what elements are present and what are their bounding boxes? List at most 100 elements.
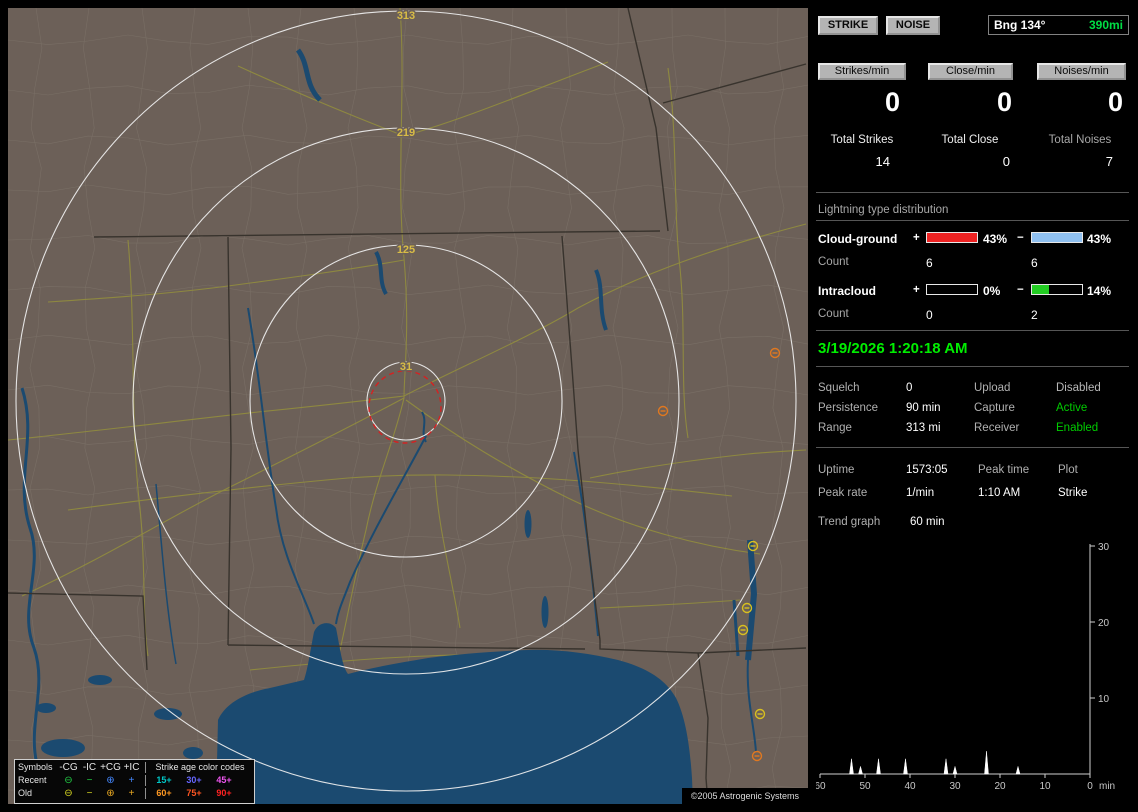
intracloud-pos-bar — [926, 284, 978, 295]
intracloud-count-row: Count 0 2 — [816, 308, 1129, 324]
trend-x-unit-label: min — [1099, 781, 1115, 792]
peak-rate-label: Peak rate — [818, 487, 868, 499]
count-label: Count — [818, 308, 849, 320]
bearing-value: Bng 134° — [994, 18, 1046, 32]
close-per-min-value: 0 — [996, 87, 1012, 117]
bearing-readout: Bng 134° 390mi — [988, 15, 1129, 35]
legend-type-header: +IC — [123, 761, 140, 773]
strikes-per-min-header[interactable]: Strikes/min — [818, 63, 906, 80]
intracloud-pos-count: 0 — [926, 308, 933, 322]
strikes-per-min-value: 0 — [884, 87, 900, 117]
legend-row-label: Old — [18, 788, 33, 798]
strike-mode-button[interactable]: STRIKE — [818, 16, 878, 35]
peak-time-label: Peak time — [978, 464, 1030, 476]
upload-label: Upload — [974, 382, 1011, 394]
trend-spike — [943, 758, 949, 775]
trend-spike — [1015, 765, 1021, 775]
intracloud-pos-pct: 0% — [983, 284, 1001, 298]
divider — [816, 366, 1129, 367]
peak-time-value: 1:10 AM — [978, 487, 1021, 499]
trend-x-tick-label: 30 — [949, 781, 961, 792]
radar-map[interactable]: 313 219 125 31 Symbols -CG -IC +CG +IC Strike… — [8, 8, 808, 804]
intracloud-neg-pct: 14% — [1087, 284, 1112, 298]
intracloud-neg-count: 2 — [1031, 308, 1038, 322]
noises-per-min-value: 0 — [1107, 87, 1123, 117]
legend-age-header: Strike age color codes — [155, 762, 245, 772]
trend-y-tick-label: 30 — [1098, 542, 1110, 553]
cloud-ground-neg-pct: 43% — [1087, 232, 1112, 246]
plus-sign: + — [913, 284, 920, 296]
legend-symbol-minus: − — [86, 774, 93, 786]
trend-x-tick-label: 10 — [1039, 781, 1051, 792]
divider — [816, 447, 1129, 448]
legend-type-header: -CG — [59, 761, 78, 773]
trend-y-tick-label: 20 — [1098, 618, 1110, 629]
trend-spike — [952, 765, 958, 775]
legend-divider — [145, 775, 146, 786]
trend-spike — [876, 758, 881, 775]
ring-label-125: 125 — [397, 244, 415, 256]
cloud-ground-row: Cloud-ground + 43% − 43% — [816, 232, 1129, 248]
legend-symbol-circle-minus: ⊖ — [64, 787, 73, 799]
capture-label: Capture — [974, 402, 1015, 414]
cloud-ground-pos-pct: 43% — [983, 232, 1008, 246]
trend-chart: 10 20 30 60 50 40 30 20 10 0 min — [816, 542, 1115, 792]
legend-type-header: -IC — [82, 761, 97, 773]
app-window: 313 219 125 31 Symbols -CG -IC +CG +IC Strike… — [0, 0, 1138, 812]
legend-age-code: 90+ — [216, 788, 232, 798]
cloud-ground-neg-count: 6 — [1031, 256, 1038, 270]
intracloud-label: Intracloud — [818, 284, 877, 298]
legend-age-code: 75+ — [186, 788, 202, 798]
cloud-ground-neg-bar — [1031, 232, 1083, 243]
plot-label: Plot — [1058, 464, 1078, 476]
legend-symbol-circle-minus: ⊖ — [64, 774, 73, 786]
map-canvas[interactable]: 313 219 125 31 — [8, 8, 808, 804]
legend-age-code: 15+ — [156, 775, 172, 785]
trend-graph-label: Trend graph — [818, 516, 881, 528]
upload-status: Disabled — [1056, 382, 1101, 394]
trend-x-tick-label: 0 — [1087, 781, 1093, 792]
range-label: Range — [818, 422, 852, 434]
trend-x-tick-label: 20 — [994, 781, 1006, 792]
ring-label-31: 31 — [400, 361, 412, 373]
trend-y-tick-label: 10 — [1098, 694, 1110, 705]
legend-type-header: +CG — [100, 761, 121, 773]
cloud-ground-pos-count: 6 — [926, 256, 933, 270]
squelch-label: Squelch — [818, 382, 860, 394]
uptime-label: Uptime — [818, 464, 855, 476]
peak-rate-value: 1/min — [906, 487, 935, 499]
legend-symbol-circle-plus: ⊕ — [106, 787, 115, 799]
session-row: Peak rate 1/min 1:10 AM Strike — [816, 487, 1129, 503]
ring-label-313: 313 — [397, 10, 415, 22]
noise-mode-button[interactable]: NOISE — [886, 16, 940, 35]
legend-symbol-circle-plus: ⊕ — [106, 774, 115, 786]
distribution-title: Lightning type distribution — [818, 204, 949, 216]
legend-symbols-header: Symbols — [18, 762, 53, 772]
divider — [816, 192, 1129, 193]
cloud-ground-count-row: Count 6 6 — [816, 256, 1129, 272]
capture-status: Active — [1056, 402, 1088, 414]
total-strikes-value: 14 — [875, 154, 890, 169]
legend-age-code: 30+ — [186, 775, 202, 785]
intracloud-neg-bar — [1031, 284, 1083, 295]
status-panel: STRIKE NOISE Bng 134° 390mi Strikes/min … — [816, 8, 1130, 804]
trend-spike — [984, 751, 989, 775]
noises-per-min-header[interactable]: Noises/min — [1037, 63, 1126, 80]
session-row: Uptime 1573:05 Peak time Plot — [816, 464, 1129, 480]
trend-spike — [858, 765, 863, 775]
total-close-value: 0 — [1002, 154, 1010, 169]
legend-age-code: 45+ — [216, 775, 232, 785]
settings-row: Persistence 90 min Capture Active — [816, 402, 1129, 418]
trend-spike — [903, 758, 908, 775]
bearing-distance: 390mi — [1088, 18, 1123, 32]
receiver-status: Enabled — [1056, 422, 1099, 434]
total-close-label: Total Close — [941, 134, 999, 146]
trend-x-tick-label: 40 — [904, 781, 916, 792]
close-per-min-header[interactable]: Close/min — [928, 63, 1013, 80]
datetime-display: 3/19/2026 1:20:18 AM — [818, 340, 968, 357]
count-label: Count — [818, 256, 849, 268]
cloud-ground-label: Cloud-ground — [818, 232, 898, 246]
cloud-ground-pos-bar — [926, 232, 978, 243]
legend-row-label: Recent — [18, 775, 47, 785]
intracloud-row: Intracloud + 0% − 14% — [816, 284, 1129, 300]
